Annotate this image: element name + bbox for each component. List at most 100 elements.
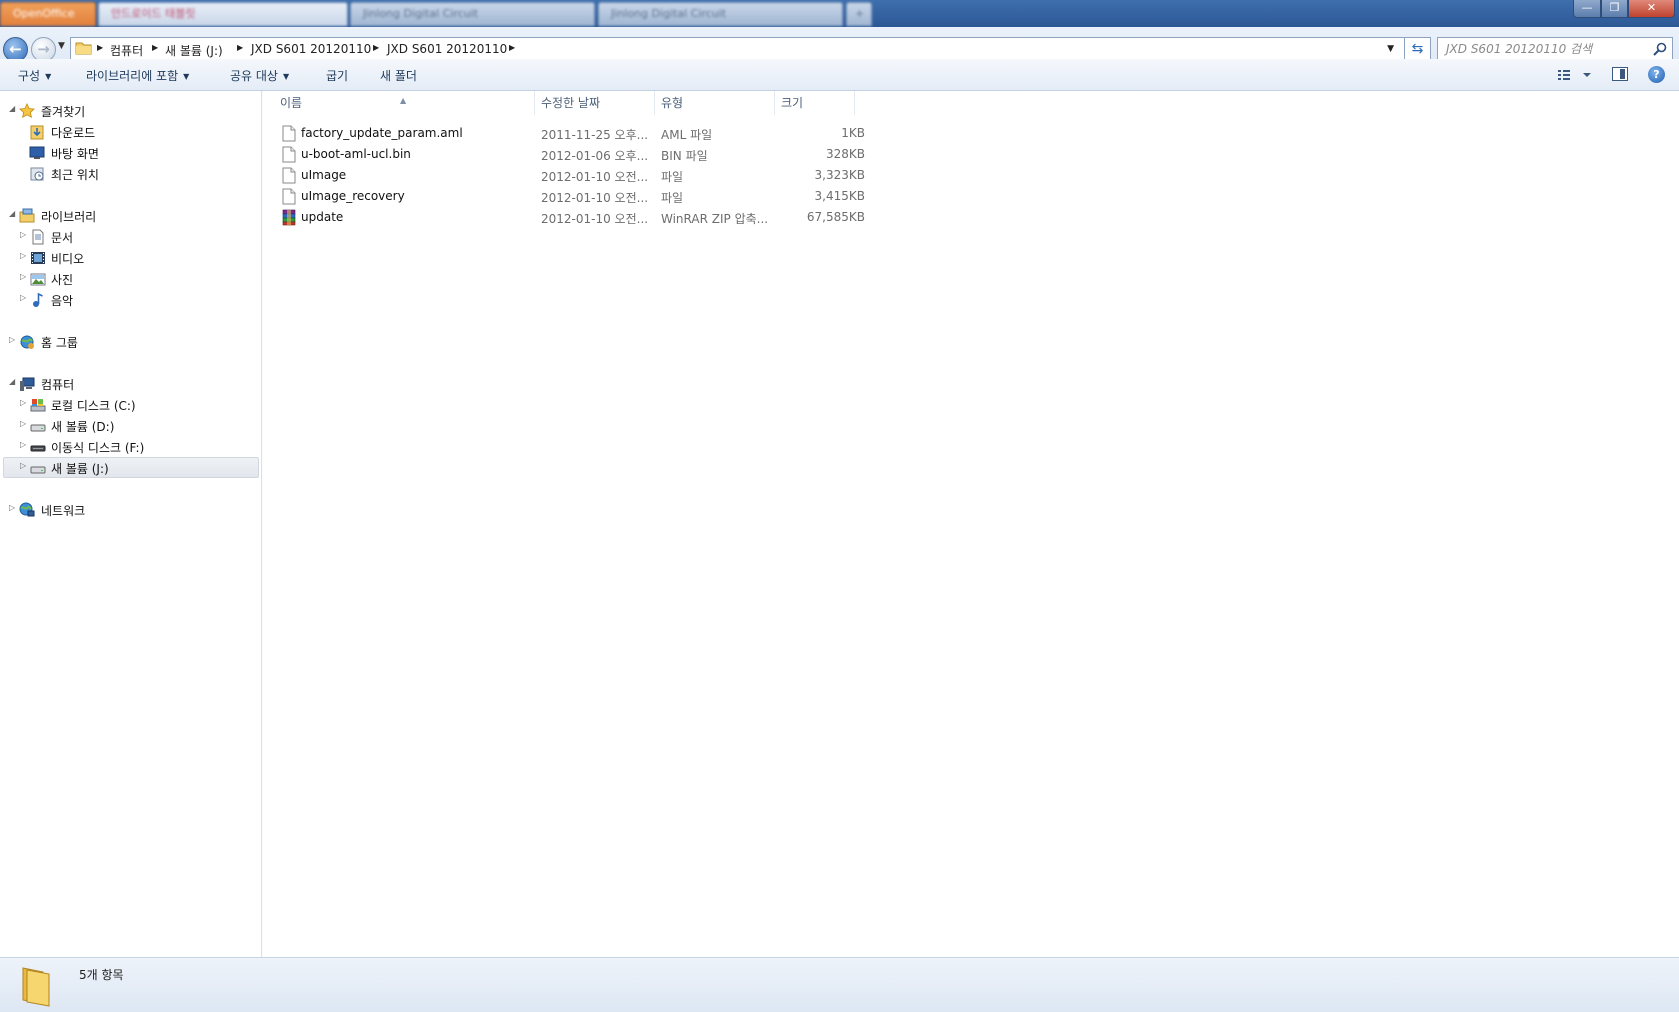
breadcrumb-separator-icon[interactable]: ▶	[237, 43, 243, 52]
nav-music[interactable]: ▷ 음악	[0, 290, 260, 310]
system-drive-icon	[30, 399, 46, 412]
breadcrumb-item[interactable]: JXD S601 20120110	[251, 42, 371, 56]
file-icon	[282, 125, 296, 142]
expand-arrow-icon[interactable]: ▷	[20, 251, 30, 260]
downloads-folder-icon	[30, 125, 44, 140]
nav-label: 이동식 디스크 (F:)	[51, 441, 145, 455]
nav-network[interactable]: ▷ 네트워크	[0, 500, 260, 520]
taskbar-tab[interactable]: OpenOffice	[0, 2, 96, 26]
file-type: WinRAR ZIP 압축...	[661, 212, 769, 226]
organize-menu[interactable]: 구성 ▼	[18, 67, 51, 84]
expand-arrow-icon[interactable]: ▷	[20, 398, 30, 407]
expand-arrow-icon[interactable]: ▷	[9, 335, 19, 344]
expand-arrow-icon[interactable]: ▷	[20, 230, 30, 239]
file-row[interactable]: uImage_recovery 2012-01-10 오전... 파일 3,41…	[263, 186, 865, 207]
nav-documents[interactable]: ▷ 문서	[0, 227, 260, 247]
nav-drive-c[interactable]: ▷ 로컬 디스크 (C:)	[0, 395, 260, 415]
help-button[interactable]: ?	[1648, 66, 1665, 83]
share-with-menu[interactable]: 공유 대상 ▼	[230, 67, 289, 84]
file-type: 파일	[661, 170, 684, 184]
change-view-icon[interactable]	[1557, 67, 1593, 83]
nav-computer[interactable]: ◢ 컴퓨터	[0, 374, 260, 394]
breadcrumb-item[interactable]: JXD S601 20120110	[387, 42, 507, 56]
column-header-size[interactable]: 크기	[775, 91, 855, 115]
new-tab-button[interactable]: +	[846, 2, 872, 26]
file-name: uImage	[301, 168, 347, 182]
nav-label: 새 볼륨 (D:)	[51, 420, 115, 434]
breadcrumb-separator-icon[interactable]: ▶	[373, 43, 379, 52]
documents-icon	[32, 229, 44, 245]
expand-arrow-icon[interactable]: ▷	[9, 503, 19, 512]
breadcrumb-item[interactable]: 컴퓨터	[110, 42, 143, 59]
expand-arrow-icon[interactable]: ▷	[20, 461, 30, 470]
expand-arrow-icon[interactable]: ▷	[20, 419, 30, 428]
computer-icon	[20, 377, 35, 391]
address-dropdown-icon[interactable]: ▼	[1387, 44, 1394, 54]
column-header-date[interactable]: 수정한 날짜	[535, 91, 655, 115]
breadcrumb-item[interactable]: 새 볼륨 (J:)	[165, 42, 223, 59]
collapse-arrow-icon[interactable]: ◢	[9, 104, 19, 113]
breadcrumb-separator-icon[interactable]: ▶	[152, 43, 158, 52]
nav-label: 문서	[51, 231, 74, 245]
column-header-type[interactable]: 유형	[655, 91, 775, 115]
chevron-down-icon: ▼	[45, 72, 52, 81]
recent-pages-dropdown[interactable]: ▼	[58, 41, 65, 51]
expand-arrow-icon[interactable]: ▷	[20, 293, 30, 302]
close-button[interactable]: ✕	[1628, 0, 1675, 18]
taskbar-tab[interactable]: Jinlong Digital Circuit	[598, 2, 843, 26]
maximize-button[interactable]: ❐	[1601, 0, 1628, 18]
nav-homegroup[interactable]: ▷ 홈 그룹	[0, 332, 260, 352]
nav-drive-d[interactable]: ▷ 새 볼륨 (D:)	[0, 416, 260, 436]
new-folder-button[interactable]: 새 폴더	[380, 67, 417, 84]
nav-pictures[interactable]: ▷ 사진	[0, 269, 260, 289]
file-date: 2012-01-10 오전...	[541, 170, 649, 184]
breadcrumb-separator-icon[interactable]: ▶	[97, 43, 103, 52]
column-header-name[interactable]: 이름 ▲	[263, 91, 535, 115]
collapse-arrow-icon[interactable]: ◢	[9, 377, 19, 386]
nav-libraries[interactable]: ◢ 라이브러리	[0, 206, 260, 226]
file-date: 2012-01-10 오전...	[541, 191, 649, 205]
nav-desktop[interactable]: 바탕 화면	[0, 143, 260, 163]
file-row[interactable]: update 2012-01-10 오전... WinRAR ZIP 압축...…	[263, 207, 865, 228]
column-header-label: 이름	[280, 96, 303, 110]
search-icon[interactable]	[1652, 41, 1668, 57]
preview-pane-icon	[1620, 69, 1625, 79]
file-list: 이름 ▲ 수정한 날짜 유형 크기 factory_update_param.a…	[263, 91, 1679, 957]
search-input[interactable]: JXD S601 20120110 검색	[1437, 37, 1673, 61]
desktop-icon	[29, 146, 45, 159]
winrar-archive-icon	[282, 209, 296, 226]
homegroup-icon	[20, 335, 34, 349]
nav-videos[interactable]: ▷ 비디오	[0, 248, 260, 268]
chevron-down-icon: ▼	[282, 72, 290, 81]
nav-downloads[interactable]: 다운로드	[0, 122, 260, 142]
file-icon	[282, 146, 296, 163]
expand-arrow-icon[interactable]: ▷	[20, 272, 30, 281]
sort-ascending-icon: ▲	[400, 96, 407, 105]
file-size: 67,585KB	[806, 210, 865, 224]
file-row[interactable]: factory_update_param.aml 2011-11-25 오후..…	[263, 123, 865, 144]
taskbar-tab[interactable]: Jinlong Digital Circuit	[350, 2, 595, 26]
preview-pane-button[interactable]	[1612, 67, 1628, 81]
minimize-button[interactable]: —	[1573, 0, 1601, 18]
breadcrumb-separator-icon[interactable]: ▶	[509, 43, 515, 52]
include-in-library-menu[interactable]: 라이브러리에 포함 ▼	[86, 67, 189, 84]
nav-drive-j[interactable]: ▷ 새 볼륨 (J:)	[0, 458, 260, 478]
refresh-button[interactable]: ⇆	[1405, 37, 1431, 61]
burn-button[interactable]: 굽기	[326, 67, 348, 84]
item-count: 5개 항목	[79, 968, 124, 982]
nav-label: 사진	[51, 273, 74, 287]
nav-label: 즐겨찾기	[41, 105, 86, 119]
file-type: AML 파일	[661, 128, 713, 142]
address-bar[interactable]: ▶ 컴퓨터 ▶ 새 볼륨 (J:) ▶ JXD S601 20120110 ▶ …	[70, 37, 1405, 61]
file-date: 2012-01-06 오후...	[541, 149, 649, 163]
expand-arrow-icon[interactable]: ▷	[20, 440, 30, 449]
file-row[interactable]: u-boot-aml-ucl.bin 2012-01-06 오후... BIN …	[263, 144, 865, 165]
taskbar-tab[interactable]: 안드로이드 태블릿	[98, 2, 348, 26]
collapse-arrow-icon[interactable]: ◢	[9, 209, 19, 218]
file-row[interactable]: uImage 2012-01-10 오전... 파일 3,323KB	[263, 165, 865, 186]
nav-drive-f[interactable]: ▷ 이동식 디스크 (F:)	[0, 437, 260, 457]
nav-favorites[interactable]: ◢ 즐겨찾기	[0, 101, 260, 121]
back-arrow-icon: ←	[9, 40, 22, 58]
file-name: u-boot-aml-ucl.bin	[301, 147, 411, 161]
nav-recent-places[interactable]: 최근 위치	[0, 164, 260, 184]
